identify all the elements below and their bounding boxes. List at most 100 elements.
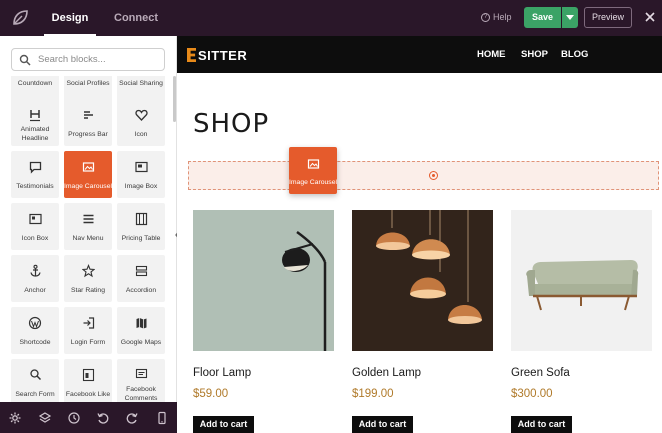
block-label: Facebook Comments [124, 386, 158, 402]
star-icon [81, 264, 95, 278]
tab-connect[interactable]: Connect [108, 0, 164, 36]
layers-icon[interactable] [38, 411, 52, 425]
help-link[interactable]: ? Help [481, 12, 512, 22]
product-card: Green Sofa $300.00 Add to cart [511, 210, 652, 433]
page-canvas: SITTER HOME SHOP BLOG SHOP Image Carouse… [177, 36, 662, 433]
block-label: Search Form [15, 391, 55, 398]
nav-link-blog[interactable]: BLOG [561, 49, 588, 60]
block-label: Social Profiles [66, 80, 110, 87]
bottom-toolbar [0, 402, 177, 433]
block-label: Accordion [125, 287, 157, 294]
preview-button[interactable]: Preview [584, 7, 632, 28]
seedprod-logo-icon[interactable] [10, 8, 30, 28]
save-button[interactable]: Save [524, 7, 561, 28]
mobile-preview-icon[interactable] [155, 411, 169, 425]
block-progress-bar[interactable]: Progress Bar [64, 99, 112, 146]
pricing-table-icon [135, 212, 147, 226]
block-pricing-table[interactable]: Pricing Table [117, 203, 165, 250]
blocks-sidebar: Countdown Social Profiles Social Sharing… [0, 36, 177, 402]
sidebar-scrollbar[interactable] [173, 76, 176, 122]
block-label: Nav Menu [72, 235, 104, 242]
block-label: Countdown [17, 80, 53, 87]
block-label: Anchor [24, 287, 46, 294]
anchor-icon [29, 264, 41, 277]
block-label: Icon [134, 131, 148, 138]
product-name[interactable]: Golden Lamp [352, 367, 421, 379]
block-google-maps[interactable]: Google Maps [117, 307, 165, 354]
tab-design[interactable]: Design [44, 0, 96, 36]
block-star-rating[interactable]: Star Rating [64, 255, 112, 302]
product-card: Golden Lamp $199.00 Add to cart [352, 210, 493, 433]
image-carousel-icon [82, 162, 94, 172]
seedprod-builder: Design Connect ? Help Save Preview Count… [0, 0, 662, 433]
image-carousel-icon [307, 159, 319, 169]
nav-link-shop[interactable]: SHOP [521, 49, 548, 60]
history-icon[interactable] [67, 411, 81, 425]
facebook-like-icon [82, 368, 94, 382]
block-drop-zone[interactable] [188, 161, 659, 190]
add-to-cart-button[interactable]: Add to cart [193, 416, 254, 433]
block-label: Pricing Table [121, 235, 161, 242]
add-to-cart-button[interactable]: Add to cart [511, 416, 572, 433]
block-nav-menu[interactable]: Nav Menu [64, 203, 112, 250]
undo-icon[interactable] [96, 411, 110, 425]
heart-icon [134, 109, 148, 121]
map-icon [136, 318, 146, 329]
search-icon [19, 54, 31, 66]
dragging-block-image-carousel[interactable]: Image Carousel [289, 147, 337, 194]
block-label: Social Sharing [119, 80, 163, 87]
block-icon[interactable]: Icon [117, 99, 165, 146]
page-title[interactable]: SHOP [193, 109, 269, 139]
search-blocks-input[interactable] [38, 49, 162, 70]
block-label: Progress Bar [68, 131, 108, 138]
progress-bar-icon [84, 111, 93, 119]
chat-bubble-icon [29, 161, 41, 174]
icon-box-icon [28, 213, 42, 225]
site-header: SITTER HOME SHOP BLOG [177, 36, 662, 73]
block-image-box[interactable]: Image Box [117, 151, 165, 198]
drag-ghost-label: Image Carousel [289, 179, 337, 186]
product-image-green-sofa[interactable] [511, 210, 652, 351]
close-icon[interactable] [643, 10, 657, 24]
block-label: Icon Box [21, 235, 49, 242]
block-shortcode[interactable]: Shortcode [11, 307, 59, 354]
nav-link-home[interactable]: HOME [477, 49, 506, 60]
block-label: Google Maps [120, 339, 162, 346]
accordion-icon [135, 265, 147, 277]
product-name[interactable]: Floor Lamp [193, 367, 251, 379]
drop-target-icon [429, 171, 438, 180]
wordpress-icon [28, 316, 42, 330]
login-icon [83, 317, 94, 329]
help-icon: ? [481, 12, 490, 22]
search-icon [29, 369, 41, 381]
save-options-dropdown[interactable] [562, 7, 578, 28]
product-image-floor-lamp[interactable] [193, 210, 334, 351]
gear-icon[interactable] [8, 411, 22, 425]
block-label: Image Carousel [64, 183, 112, 190]
block-icon-box[interactable]: Icon Box [11, 203, 59, 250]
block-label: Login Form [70, 339, 106, 346]
block-anchor[interactable]: Anchor [11, 255, 59, 302]
product-price: $199.00 [352, 388, 394, 400]
block-login-form[interactable]: Login Form [64, 307, 112, 354]
block-image-carousel[interactable]: Image Carousel [64, 151, 112, 198]
product-name[interactable]: Green Sofa [511, 367, 570, 379]
redo-icon[interactable] [125, 411, 139, 425]
block-facebook-like[interactable]: Facebook Like [64, 359, 112, 402]
product-image-golden-lamp[interactable] [352, 210, 493, 351]
image-box-icon [134, 161, 148, 173]
heading-icon [30, 110, 40, 122]
block-facebook-comments[interactable]: Facebook Comments [117, 359, 165, 402]
facebook-comments-icon [135, 368, 147, 379]
search-box[interactable] [11, 48, 165, 71]
block-search-form[interactable]: Search Form [11, 359, 59, 402]
block-animated-headline[interactable]: Animated Headline [11, 99, 59, 146]
menu-icon [83, 214, 93, 224]
block-accordion[interactable]: Accordion [117, 255, 165, 302]
site-brand[interactable]: SITTER [187, 47, 247, 63]
product-card: Floor Lamp $59.00 Add to cart [193, 210, 334, 433]
block-testimonials[interactable]: Testimonials [11, 151, 59, 198]
block-label: Facebook Like [65, 391, 111, 398]
block-label: Animated Headline [20, 126, 50, 142]
add-to-cart-button[interactable]: Add to cart [352, 416, 413, 433]
